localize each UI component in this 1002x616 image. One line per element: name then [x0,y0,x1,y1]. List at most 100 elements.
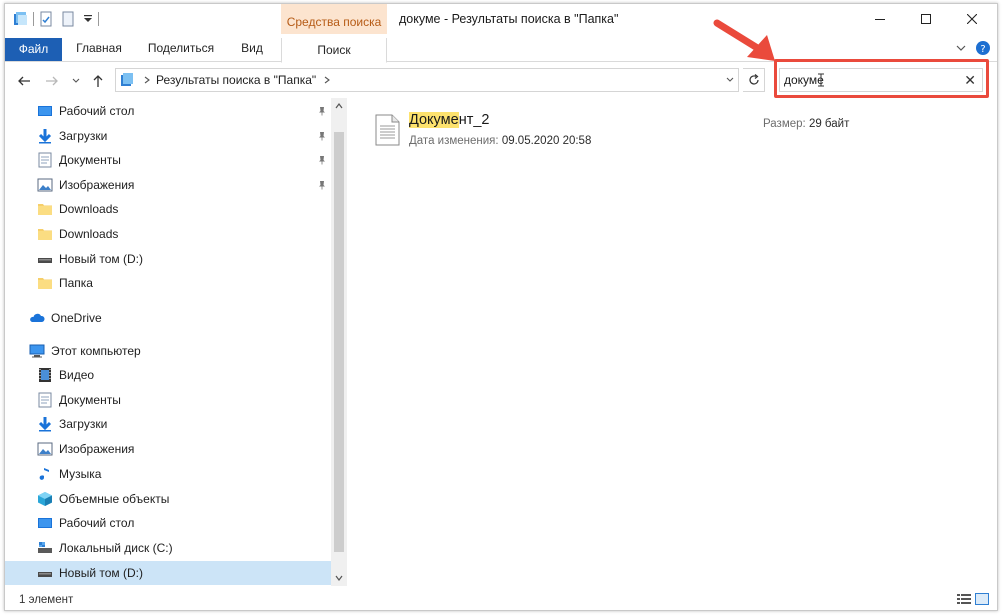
ribbon-tabs: Файл Главная Поделиться Вид Поиск ? [5,34,997,63]
pin-icon [317,179,327,193]
sidebar-item[interactable]: Видео [5,363,331,387]
forward-button[interactable] [43,72,61,90]
sidebar-item-label: OneDrive [51,311,102,325]
sidebar-item[interactable]: Локальный диск (C:) [5,536,331,560]
documents-icon [37,392,53,408]
pictures-icon [37,177,53,193]
annotation-arrow-icon [713,19,775,61]
sidebar-item-label: Новый том (D:) [59,565,143,580]
new-folder-icon[interactable] [60,11,76,27]
properties-icon[interactable] [38,11,54,27]
scroll-down-button[interactable] [331,570,347,586]
sidebar-item-label: Музыка [59,466,102,481]
system-drive-icon [37,540,53,556]
folder-icon [37,201,53,217]
drive-icon [37,565,53,581]
sidebar-item-label: Загрузки [59,417,108,432]
navigation-scrollbar[interactable] [331,98,347,586]
sidebar-item[interactable]: Документы [5,148,331,172]
refresh-button[interactable] [743,68,765,92]
status-bar: 1 элемент [5,588,997,610]
sidebar-item[interactable]: Загрузки [5,412,331,436]
sidebar-item[interactable]: Музыка [5,462,331,486]
match-highlight: Докуме [409,112,459,128]
refresh-icon [748,74,759,85]
details-view-icon[interactable] [957,593,971,605]
large-icons-view-icon[interactable] [975,593,989,605]
size-label: Размер: [763,118,806,130]
breadcrumb[interactable]: Результаты поиска в "Папка" [156,73,316,87]
cloud-icon [29,310,45,326]
customize-dropdown-icon[interactable] [82,13,94,25]
pictures-icon [37,441,53,457]
arrow-right-icon [46,76,58,86]
desktop-icon [37,103,53,119]
chevron-up-icon [335,103,343,109]
size-value: 29 байт [808,118,850,130]
svg-text:?: ? [980,44,985,55]
close-button[interactable] [949,4,995,34]
sidebar-item-label: Рабочий стол [59,104,135,118]
maximize-button[interactable] [903,4,949,34]
tab-share[interactable]: Поделиться [147,34,215,62]
sidebar-item-label: Объемные объекты [59,491,170,506]
navigation-pane: Рабочий стол Загрузки Документы Изображения… [5,98,347,586]
address-bar[interactable]: Результаты поиска в "Папка" [115,68,739,92]
sidebar-item[interactable]: Новый том (D:) [5,247,331,271]
sidebar-item[interactable]: Объемные объекты [5,487,331,511]
drive-icon [37,251,53,267]
tab-view[interactable]: Вид [239,34,265,62]
sidebar-item[interactable]: OneDrive [5,306,331,330]
sidebar-item[interactable]: Новый том (D:) [5,560,331,585]
sidebar-item-label: Изображения [59,177,135,192]
sidebar-item[interactable]: Документы [5,388,331,412]
window-title: докуме - Результаты поиска в "Папка" [399,12,619,26]
breadcrumb-chevron-icon[interactable] [322,75,332,85]
sidebar-item[interactable]: Загрузки [5,124,331,148]
help-button[interactable]: ? [975,34,991,62]
separator [33,12,34,26]
sidebar-item-label: Этот компьютер [51,344,141,358]
sidebar-item-label: Downloads [59,202,119,217]
modified-label: Дата изменения: [409,135,499,147]
back-button[interactable] [15,72,33,90]
tab-search[interactable]: Поиск [281,38,387,63]
address-dropdown-button[interactable] [725,74,735,88]
maximize-icon [921,14,931,24]
sidebar-item-label: Документы [59,153,121,168]
sidebar-item-label: Рабочий стол [59,516,135,531]
tab-home[interactable]: Главная [75,34,123,62]
file-name[interactable]: Документ_2 [409,112,489,128]
arrow-left-icon [18,76,30,86]
scroll-thumb[interactable] [334,132,344,552]
minimize-button[interactable] [857,4,903,34]
sidebar-item[interactable]: Рабочий стол [5,99,331,123]
item-count: 1 элемент [19,594,74,606]
video-icon [37,367,53,383]
3d-objects-icon [37,491,53,507]
scroll-up-button[interactable] [331,98,347,114]
recent-locations-button[interactable] [67,72,85,90]
chevron-down-icon [956,45,966,51]
sidebar-item[interactable]: Рабочий стол [5,511,331,535]
text-document-icon [375,114,400,146]
up-button[interactable] [89,72,107,90]
annotation-highlight-box [774,59,989,98]
sidebar-item[interactable]: Папка [5,271,331,295]
expand-ribbon-button[interactable] [955,34,967,62]
sidebar-item[interactable]: Изображения [5,437,331,461]
modified-value: 09.05.2020 20:58 [501,135,592,147]
sidebar-item[interactable]: Downloads [5,197,331,221]
list-item[interactable]: Документ_2 Дата изменения: 09.05.2020 20… [369,110,969,152]
sidebar-item-label: Локальный диск (C:) [59,540,173,555]
separator [98,12,99,26]
download-arrow-icon [37,128,53,144]
file-name-rest: нт_2 [458,112,490,128]
sidebar-item[interactable]: Downloads [5,222,331,246]
tab-file[interactable]: Файл [5,38,62,61]
sidebar-item[interactable]: Этот компьютер [5,339,331,363]
sidebar-item[interactable]: Изображения [5,173,331,197]
file-size: Размер: 29 байт [763,118,849,130]
help-icon: ? [976,41,990,55]
breadcrumb-chevron-icon[interactable] [142,75,152,85]
